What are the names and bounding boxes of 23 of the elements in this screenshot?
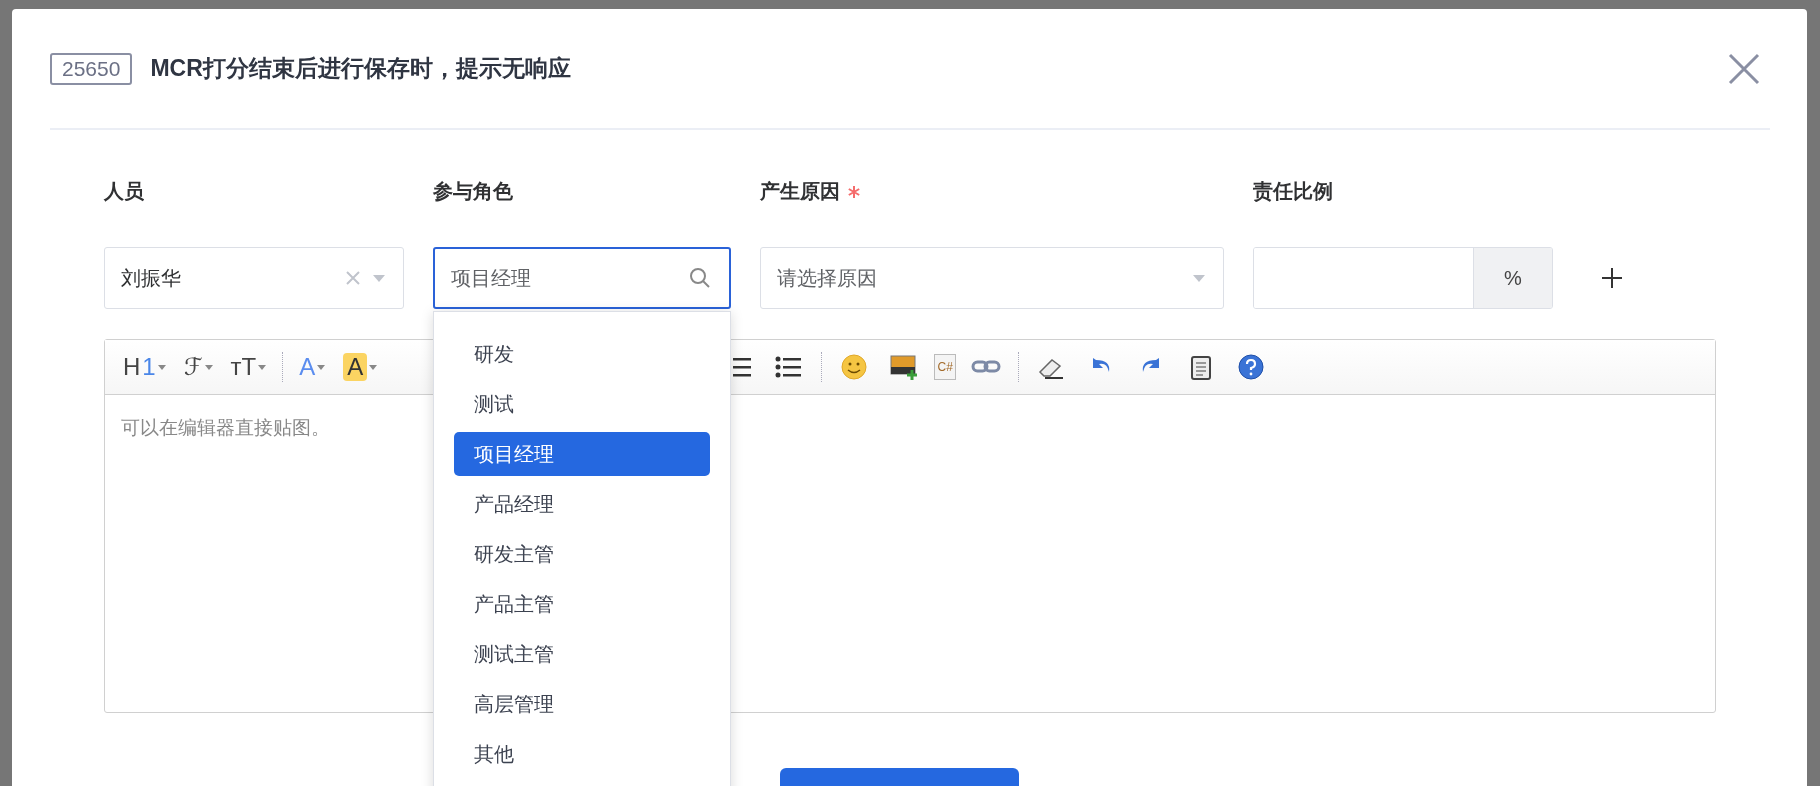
font-family-button[interactable]: ℱ bbox=[179, 352, 217, 382]
code-button[interactable]: C# bbox=[934, 354, 957, 380]
issue-id: 25650 bbox=[50, 52, 133, 85]
dropdown-option[interactable]: 测试主管 bbox=[454, 632, 710, 676]
font-size-button[interactable]: ᴛT bbox=[226, 352, 271, 382]
editor-placeholder: 可以在编辑器直接贴图。 bbox=[121, 416, 330, 440]
dropdown-option[interactable]: 测试 bbox=[454, 382, 710, 426]
reason-select[interactable]: 请选择原因 bbox=[760, 247, 1224, 309]
field-label: 产生原因 bbox=[760, 179, 840, 204]
heading-button[interactable]: H 1 bbox=[119, 352, 170, 382]
dropdown-option[interactable]: 产品经理 bbox=[454, 482, 710, 526]
field-label: 责任比例 bbox=[1253, 179, 1333, 204]
dropdown-option[interactable]: 研发主管 bbox=[454, 532, 710, 576]
percent-addon: % bbox=[1473, 248, 1552, 308]
field-label: 人员 bbox=[104, 179, 144, 204]
dropdown-option[interactable]: 产品主管 bbox=[454, 582, 710, 626]
dropdown-option[interactable]: 其他 bbox=[454, 732, 710, 776]
field-label: 参与角色 bbox=[433, 179, 513, 204]
dialog-title: MCR打分结束后进行保存时，提示无响应 bbox=[150, 54, 572, 83]
dropdown-option[interactable]: 项目经理 bbox=[454, 432, 710, 476]
person-select[interactable]: 刘振华 bbox=[104, 247, 404, 309]
ratio-field[interactable]: % bbox=[1253, 247, 1553, 309]
role-search-field[interactable]: 项目经理 bbox=[433, 247, 731, 309]
